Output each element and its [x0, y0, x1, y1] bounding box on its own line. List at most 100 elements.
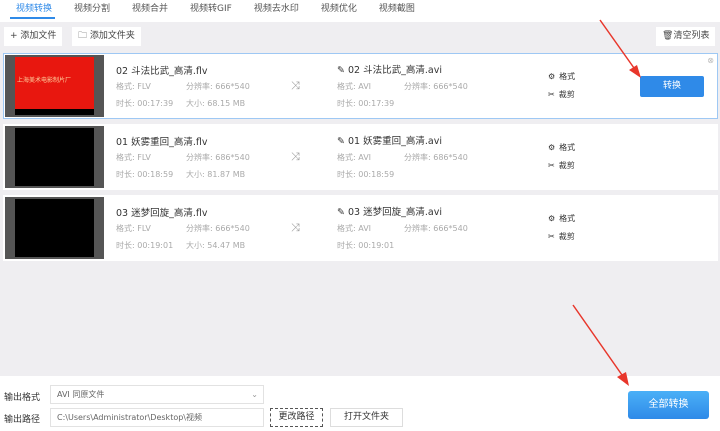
scissors-icon: ✂: [548, 232, 555, 241]
resolution-label: 分辨率:: [186, 82, 213, 91]
output-resolution: 666*540: [433, 224, 468, 233]
format-label: 格式:: [116, 224, 135, 233]
duration-label: 时长:: [116, 170, 135, 179]
arrow-line: [572, 304, 623, 376]
source-size: 81.87 MB: [207, 170, 246, 179]
size-label: 大小:: [186, 241, 205, 250]
tab-item[interactable]: 视频去水印: [243, 0, 310, 22]
gear-icon: ⚙: [548, 214, 556, 223]
tab-item[interactable]: 视频合并: [121, 0, 179, 22]
source-resolution: 686*540: [215, 153, 250, 162]
source-file-name: 01 妖雾重回_高清.flv: [116, 137, 208, 148]
crop-button[interactable]: ✂ 裁剪: [548, 160, 575, 171]
output-name-text: 02 斗法比武_高清.avi: [348, 65, 442, 76]
format-settings-button[interactable]: ⚙ 格式: [548, 71, 575, 82]
scissors-icon: ✂: [548, 161, 555, 170]
crop-action-label: 裁剪: [558, 232, 575, 241]
source-size: 68.15 MB: [207, 99, 246, 108]
open-folder-button[interactable]: 打开文件夹: [330, 408, 403, 427]
convert-button[interactable]: 转换: [640, 76, 704, 97]
format-settings-button[interactable]: ⚙ 格式: [548, 213, 575, 224]
tab-item[interactable]: 视频转换: [0, 0, 63, 22]
convert-all-button[interactable]: 全部转换: [628, 391, 709, 419]
output-file-name[interactable]: ✎ 02 斗法比武_高清.avi: [337, 62, 442, 76]
output-format: AVI: [358, 224, 372, 233]
source-format: FLV: [137, 153, 151, 162]
crop-button[interactable]: ✂ 裁剪: [548, 89, 575, 100]
folder-icon: 🗀: [78, 31, 88, 41]
crop-button[interactable]: ✂ 裁剪: [548, 231, 575, 242]
output-format-label: 输出格式: [4, 393, 41, 403]
file-row[interactable]: 上海美术电影制片厂 02 斗法比武_高清.flv 格式: FLV 分辨率: 66…: [3, 53, 718, 119]
file-row[interactable]: 01 妖雾重回_高清.flv 格式: FLV 分辨率: 686*540 时长: …: [3, 124, 718, 190]
clear-list-label: 清空列表: [673, 31, 710, 41]
resolution-label: 分辨率:: [404, 224, 431, 233]
clear-list-button[interactable]: 🗑清空列表: [656, 27, 716, 46]
output-format: AVI: [358, 153, 372, 162]
thumbnail-image: [15, 199, 94, 257]
format-action-label: 格式: [559, 214, 576, 223]
format-label: 格式:: [337, 153, 356, 162]
output-format-select[interactable]: AVI 同原文件 ⌄: [50, 385, 264, 404]
shuffle-icon: ⤨: [291, 221, 300, 234]
output-path-input[interactable]: C:\Users\Administrator\Desktop\视频: [50, 408, 264, 427]
resolution-label: 分辨率:: [404, 153, 431, 162]
crop-action-label: 裁剪: [558, 161, 575, 170]
format-label: 格式:: [116, 82, 135, 91]
shuffle-icon: ⤨: [291, 79, 300, 92]
duration-label: 时长:: [116, 241, 135, 250]
add-folder-button[interactable]: 🗀 添加文件夹: [72, 27, 141, 46]
tab-item[interactable]: 视频优化: [310, 0, 368, 22]
thumbnail-text: 上海美术电影制片厂: [17, 77, 72, 84]
tab-bar: 视频转换 视频分割 视频合并 视频转GIF 视频去水印 视频优化 视频截图: [0, 0, 720, 22]
video-thumbnail: 上海美术电影制片厂: [5, 55, 104, 117]
tab-item[interactable]: 视频转GIF: [179, 0, 243, 22]
format-settings-button[interactable]: ⚙ 格式: [548, 142, 575, 153]
chevron-down-icon: ⌄: [251, 390, 258, 399]
duration-label: 时长:: [337, 99, 356, 108]
add-file-button[interactable]: + 添加文件: [4, 27, 63, 46]
format-label: 格式:: [337, 82, 356, 91]
add-folder-label: 添加文件夹: [89, 31, 135, 41]
output-name-text: 03 迷梦回旋_高清.avi: [348, 207, 442, 218]
size-label: 大小:: [186, 99, 205, 108]
tab-item[interactable]: 视频截图: [368, 0, 426, 22]
pencil-icon: ✎: [337, 65, 345, 76]
output-resolution: 666*540: [433, 82, 468, 91]
output-format: AVI: [358, 82, 372, 91]
output-name-text: 01 妖雾重回_高清.avi: [348, 136, 442, 147]
output-file-name[interactable]: ✎ 01 妖雾重回_高清.avi: [337, 133, 442, 147]
shuffle-icon: ⤨: [291, 150, 300, 163]
change-path-button[interactable]: 更改路径: [270, 408, 323, 427]
format-action-label: 格式: [559, 143, 576, 152]
resolution-label: 分辨率:: [186, 224, 213, 233]
tab-item[interactable]: 视频分割: [63, 0, 121, 22]
file-row[interactable]: 03 迷梦回旋_高清.flv 格式: FLV 分辨率: 666*540 时长: …: [3, 195, 718, 261]
output-duration: 00:19:01: [358, 241, 395, 250]
crop-action-label: 裁剪: [558, 90, 575, 99]
source-resolution: 666*540: [215, 224, 250, 233]
output-resolution: 686*540: [433, 153, 468, 162]
format-label: 格式:: [337, 224, 356, 233]
resolution-label: 分辨率:: [404, 82, 431, 91]
source-resolution: 666*540: [215, 82, 250, 91]
pencil-icon: ✎: [337, 207, 345, 218]
thumbnail-image: 上海美术电影制片厂: [15, 57, 94, 115]
source-duration: 00:18:59: [137, 170, 174, 179]
output-duration: 00:18:59: [358, 170, 395, 179]
scissors-icon: ✂: [548, 90, 555, 99]
duration-label: 时长:: [337, 170, 356, 179]
source-size: 54.47 MB: [207, 241, 246, 250]
duration-label: 时长:: [337, 241, 356, 250]
trash-icon: 🗑: [662, 31, 674, 41]
video-thumbnail: [5, 197, 104, 259]
gear-icon: ⚙: [548, 143, 556, 152]
source-duration: 00:17:39: [137, 99, 174, 108]
source-duration: 00:19:01: [137, 241, 174, 250]
thumbnail-image: [15, 128, 94, 186]
output-file-name[interactable]: ✎ 03 迷梦回旋_高清.avi: [337, 204, 442, 218]
close-icon[interactable]: ⊗: [707, 56, 714, 65]
format-action-label: 格式: [559, 72, 576, 81]
format-label: 格式:: [116, 153, 135, 162]
output-duration: 00:17:39: [358, 99, 395, 108]
